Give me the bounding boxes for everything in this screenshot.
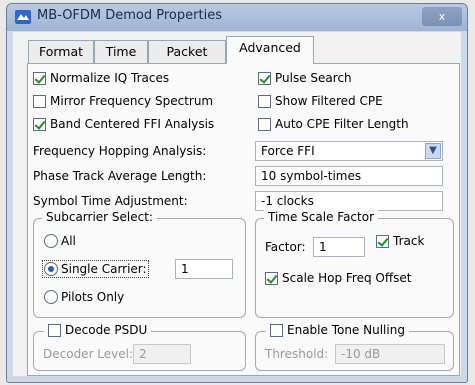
tab-time[interactable]: Time <box>94 40 148 63</box>
subcarrier-pilots-radio[interactable]: Pilots Only <box>44 290 124 304</box>
app-icon <box>15 10 31 24</box>
pulse-search-label: Pulse Search <box>275 71 352 85</box>
freq-hopping-select[interactable]: Force FFI ▼ <box>255 141 443 161</box>
factor-label: Factor: <box>265 240 306 254</box>
mirror-frequency-checkbox[interactable]: Mirror Frequency Spectrum <box>33 94 213 108</box>
auto-cpe-checkbox[interactable]: Auto CPE Filter Length <box>258 117 409 131</box>
phase-track-input[interactable]: 10 symbol-times <box>255 166 443 186</box>
checkbox-checked-icon <box>33 71 46 85</box>
properties-dialog: MB-OFDM Demod Properties x Format Time P… <box>6 3 468 383</box>
show-filtered-cpe-checkbox[interactable]: Show Filtered CPE <box>258 94 383 108</box>
tab-packet[interactable]: Packet <box>148 40 226 63</box>
auto-cpe-label: Auto CPE Filter Length <box>275 117 409 131</box>
track-checkbox[interactable]: Track <box>376 234 424 248</box>
mirror-frequency-label: Mirror Frequency Spectrum <box>50 94 214 108</box>
checkbox-checked-icon <box>265 271 278 285</box>
subcarrier-select-legend: Subcarrier Select: <box>42 210 157 224</box>
tone-nulling-checkbox[interactable]: Enable Tone Nulling <box>266 323 409 337</box>
decode-psdu-checkbox[interactable]: Decode PSDU <box>44 323 152 337</box>
track-label: Track <box>393 234 425 248</box>
show-filtered-cpe-label: Show Filtered CPE <box>275 94 383 108</box>
factor-input[interactable]: 1 <box>313 237 365 257</box>
subcarrier-single-radio[interactable]: Single Carrier: <box>42 260 149 278</box>
scale-hop-label: Scale Hop Freq Offset <box>282 271 412 285</box>
threshold-label: Threshold: <box>265 347 329 361</box>
checkbox-unchecked-icon <box>33 94 46 108</box>
normalize-iq-checkbox[interactable]: Normalize IQ Traces <box>33 71 169 85</box>
time-scale-factor-group: Time Scale Factor Factor: 1 Track Scale … <box>255 210 454 318</box>
subcarrier-all-label: All <box>61 234 76 248</box>
subcarrier-select-group: Subcarrier Select: All Single Carrier: 1… <box>33 210 246 318</box>
checkbox-unchecked-icon <box>48 323 61 337</box>
decoder-level-input[interactable]: 2 <box>133 344 191 364</box>
freq-hopping-value: Force FFI <box>261 144 315 158</box>
scale-hop-checkbox[interactable]: Scale Hop Freq Offset <box>265 271 411 285</box>
subcarrier-all-radio[interactable]: All <box>44 234 76 248</box>
tab-advanced[interactable]: Advanced <box>226 36 314 64</box>
freq-hopping-label: Frequency Hopping Analysis: <box>33 144 207 158</box>
phase-track-label: Phase Track Average Length: <box>33 169 207 183</box>
tone-nulling-label: Enable Tone Nulling <box>287 323 405 337</box>
decode-psdu-group: Decode PSDU Decoder Level: 2 <box>33 323 246 371</box>
checkbox-checked-icon <box>33 117 46 131</box>
threshold-input[interactable]: -10 dB <box>335 344 445 364</box>
subcarrier-legend-text: Subcarrier Select: <box>46 210 153 224</box>
time-scale-legend-text: Time Scale Factor <box>268 210 375 224</box>
checkbox-unchecked-icon <box>258 117 271 131</box>
time-scale-legend: Time Scale Factor <box>264 210 379 224</box>
tab-format[interactable]: Format <box>28 40 94 63</box>
decode-psdu-label: Decode PSDU <box>65 323 148 337</box>
title-bar[interactable]: MB-OFDM Demod Properties x <box>7 4 467 31</box>
close-button[interactable]: x <box>422 7 462 26</box>
radio-unselected-icon <box>44 234 58 248</box>
radio-unselected-icon <box>44 290 58 304</box>
radio-selected-icon <box>44 262 58 276</box>
symbol-time-label: Symbol Time Adjustment: <box>33 194 188 208</box>
chevron-down-icon[interactable]: ▼ <box>425 143 441 159</box>
checkbox-checked-icon <box>376 234 389 248</box>
dialog-client: Format Time Packet Advanced Normalize IQ… <box>13 32 461 376</box>
advanced-panel: Normalize IQ Traces Mirror Frequency Spe… <box>27 63 460 376</box>
decoder-level-label: Decoder Level: <box>43 347 134 361</box>
symbol-time-input[interactable]: -1 clocks <box>255 191 443 211</box>
pulse-search-checkbox[interactable]: Pulse Search <box>258 71 352 85</box>
checkbox-unchecked-icon <box>270 323 283 337</box>
subcarrier-single-label: Single Carrier: <box>61 262 147 276</box>
normalize-iq-label: Normalize IQ Traces <box>50 71 170 85</box>
window-title: MB-OFDM Demod Properties <box>37 8 222 23</box>
subcarrier-pilots-label: Pilots Only <box>61 290 125 304</box>
checkbox-unchecked-icon <box>258 94 271 108</box>
single-carrier-input[interactable]: 1 <box>175 259 233 279</box>
checkbox-checked-icon <box>258 71 271 85</box>
tone-nulling-group: Enable Tone Nulling Threshold: -10 dB <box>255 323 454 371</box>
band-centered-label: Band Centered FFI Analysis <box>50 117 215 131</box>
band-centered-checkbox[interactable]: Band Centered FFI Analysis <box>33 117 214 131</box>
